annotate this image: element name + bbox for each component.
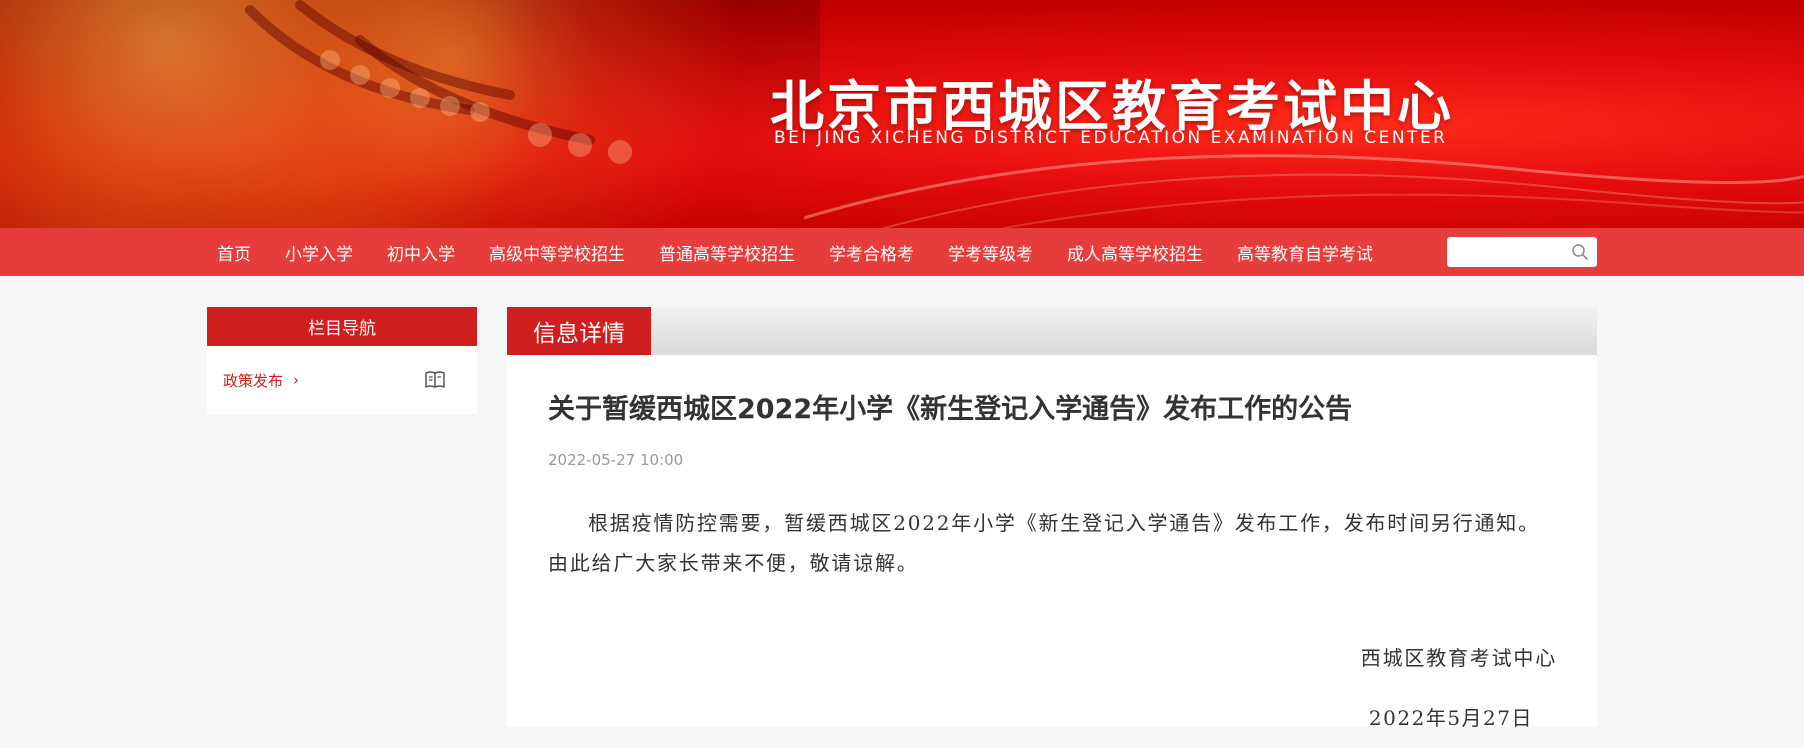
article-body: 根据疫情防控需要，暂缓西城区2022年小学《新生登记入学通告》发布工作，发布时间…	[548, 511, 1540, 575]
book-icon	[425, 371, 445, 388]
sidebar-header: 栏目导航	[207, 307, 477, 346]
palace-roof-decoration	[245, 0, 632, 164]
nav-item-self-study-exam[interactable]: 高等教育自学考试	[1237, 240, 1373, 265]
nav-item-pass-exam[interactable]: 学考合格考	[829, 240, 914, 265]
nav-item-adult-college[interactable]: 成人高等学校招生	[1067, 240, 1203, 265]
chevron-right-icon: ›	[293, 371, 300, 389]
search-icon[interactable]	[1571, 243, 1589, 261]
sidebar: 栏目导航 政策发布 ›	[207, 307, 477, 414]
site-subtitle: BEI JING XICHENG DISTRICT EDUCATION EXAM…	[774, 128, 1448, 148]
article-panel-header: 信息详情	[507, 307, 1597, 355]
nav-item-grade-exam[interactable]: 学考等级考	[948, 240, 1033, 265]
article-title: 关于暂缓西城区2022年小学《新生登记入学通告》发布工作的公告	[548, 394, 1353, 425]
sidebar-item-policy[interactable]: 政策发布 ›	[207, 346, 477, 414]
search-input[interactable]	[1453, 238, 1567, 266]
tab-info-detail: 信息详情	[507, 307, 651, 355]
header-banner: 北京市西城区教育考试中心 BEI JING XICHENG DISTRICT E…	[0, 0, 1804, 228]
sidebar-item-label: 政策发布	[223, 371, 284, 390]
article-signature-date: 2022年5月27日	[1368, 706, 1533, 730]
nav-item-home[interactable]: 首页	[217, 240, 251, 265]
search-box	[1447, 237, 1597, 267]
nav-item-college-admission[interactable]: 普通高等学校招生	[659, 240, 795, 265]
article-panel: 信息详情 关于暂缓西城区2022年小学《新生登记入学通告》发布工作的公告 202…	[507, 307, 1597, 730]
nav-item-senior-high[interactable]: 高级中等学校招生	[489, 240, 625, 265]
nav-item-primary-school[interactable]: 小学入学	[285, 240, 353, 265]
article-signature: 西城区教育考试中心	[1360, 646, 1557, 670]
article-date: 2022-05-27 10:00	[548, 451, 684, 469]
main-nav: 首页 小学入学 初中入学 高级中等学校招生 普通高等学校招生 学考合格考 学考等…	[0, 228, 1804, 276]
nav-item-junior-high[interactable]: 初中入学	[387, 240, 455, 265]
